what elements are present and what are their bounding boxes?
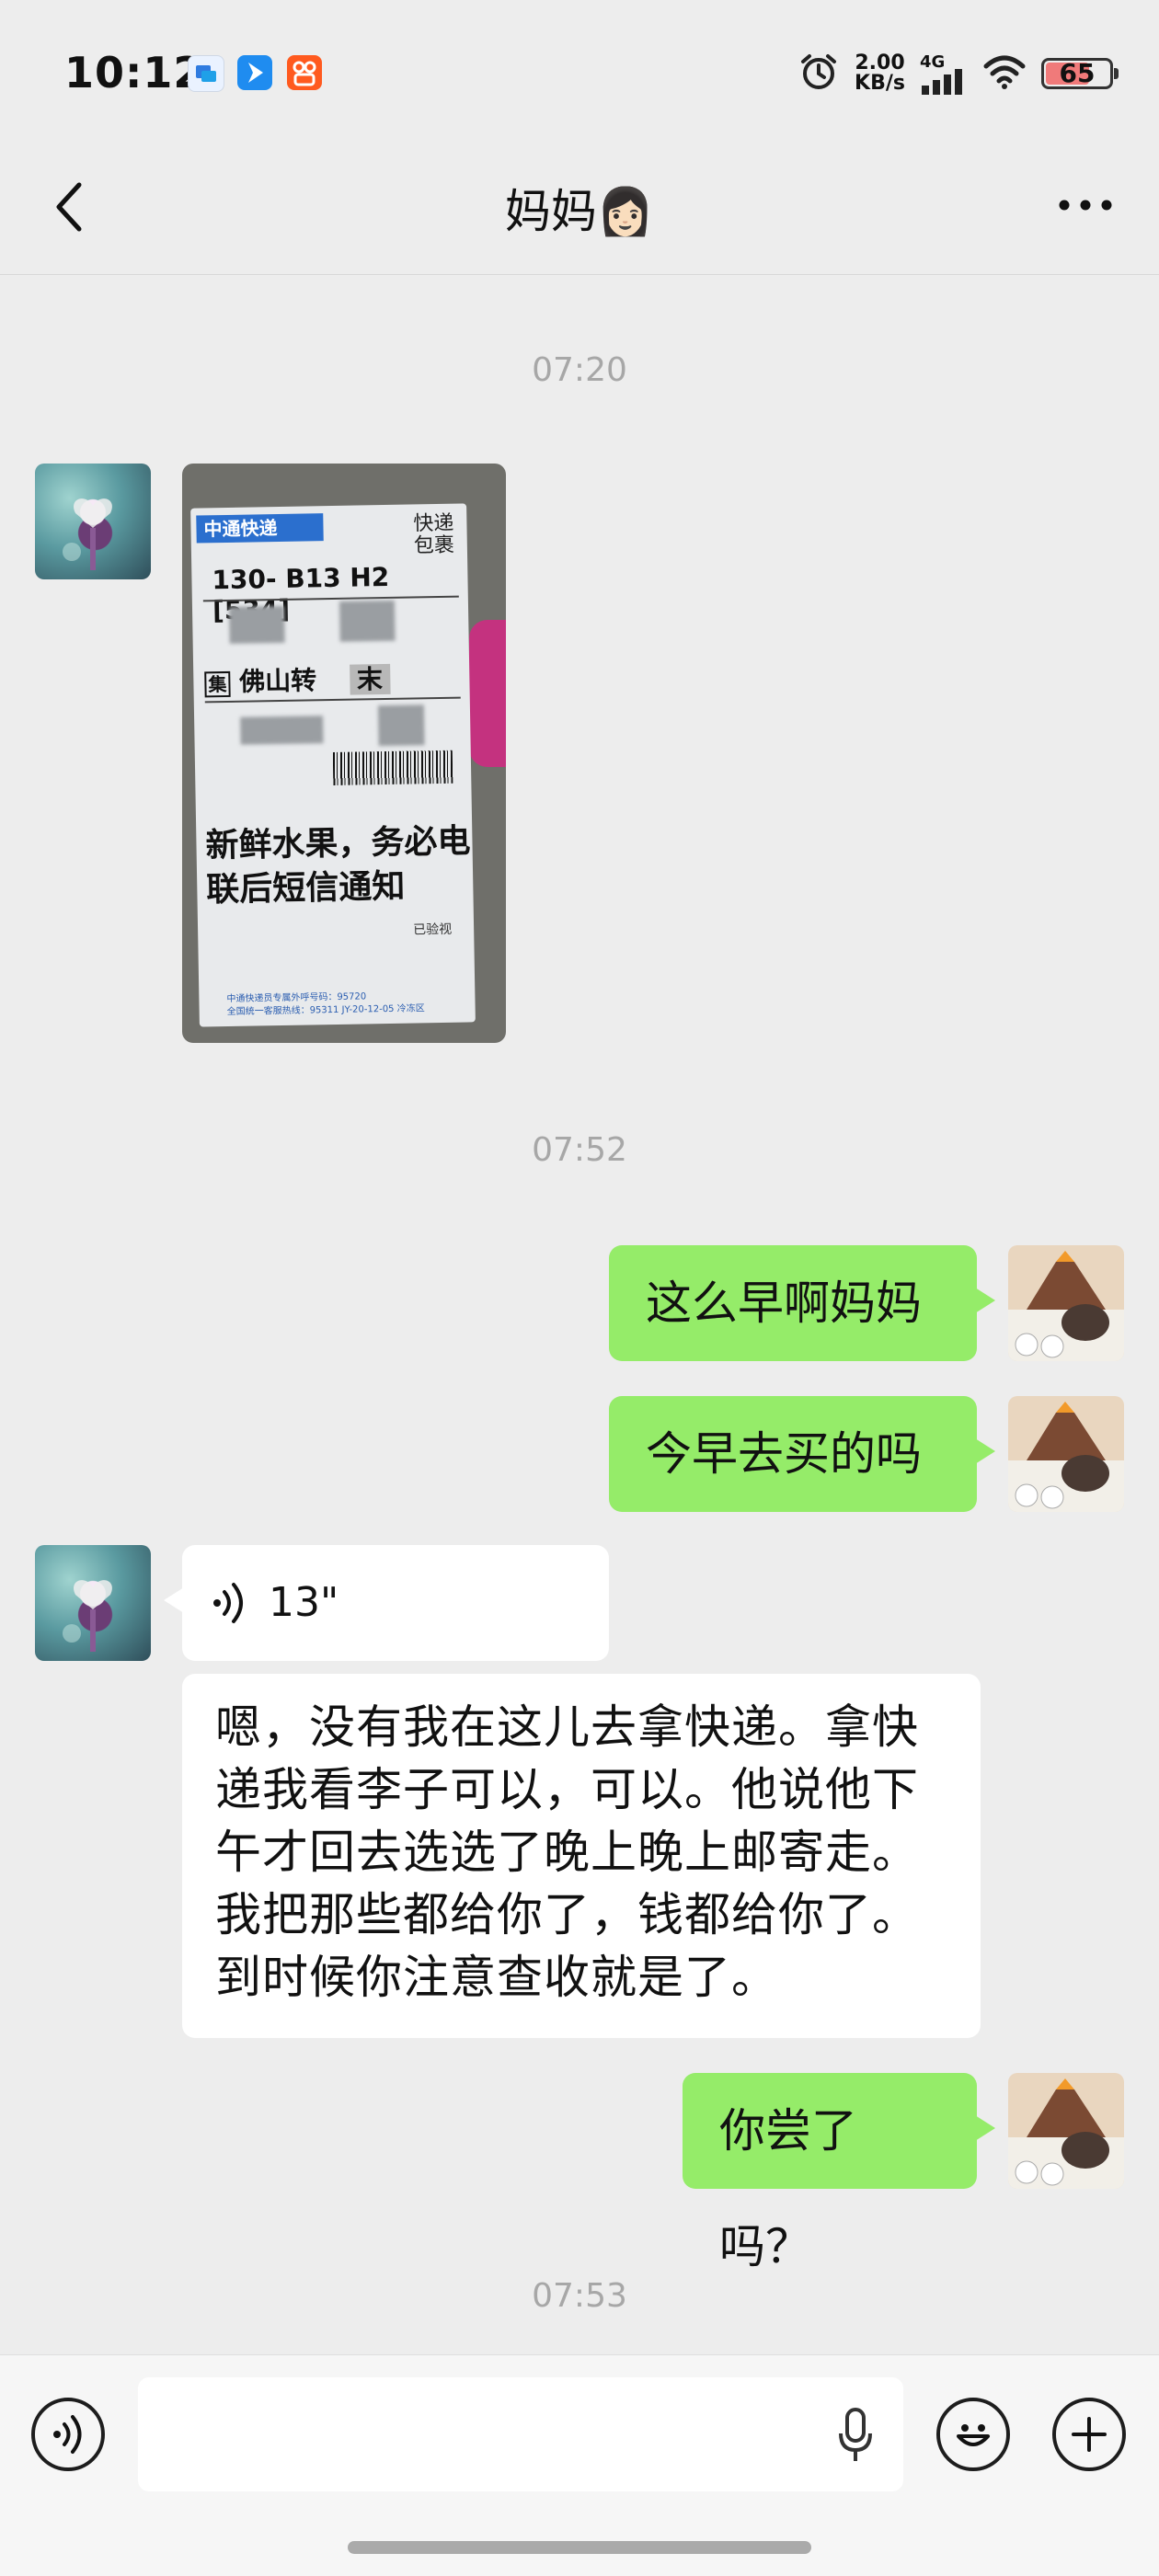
volcano-figure-avatar-icon [1008, 1396, 1124, 1512]
label-barcode [332, 750, 453, 785]
shipping-label: 中通快递 快递 包裹 130- B13 H2 [534] 集 佛山转 末 新鲜水… [190, 503, 476, 1027]
voice-input-icon [53, 2415, 82, 2454]
label-note: 新鲜水果，务必电联后短信通知 [205, 822, 471, 910]
my-avatar[interactable] [1008, 1245, 1124, 1361]
volcano-figure-avatar-icon [1008, 2073, 1124, 2189]
microphone-icon [839, 2408, 872, 2461]
label-redaction [339, 600, 396, 642]
sent-message-bubble[interactable]: 这么早啊妈妈 [609, 1245, 995, 1361]
status-bar: 10:12 2.00 KB/s 4G 65 [0, 0, 1159, 138]
label-small-tag: 已验视 [413, 922, 453, 938]
label-type-top: 快递 [413, 511, 454, 536]
my-avatar[interactable] [1008, 2073, 1124, 2189]
input-bar [0, 2354, 1159, 2576]
message-input[interactable] [138, 2377, 903, 2491]
label-footer-line2: 全国统一客服热线：95311 JY-20-12-05 冷冻区 [226, 1003, 425, 1018]
contact-avatar[interactable] [35, 1545, 151, 1661]
label-route-text: 佛山转 [238, 665, 317, 697]
emoji-button[interactable] [936, 2398, 1010, 2471]
voice-duration: 13" [269, 1579, 339, 1626]
sent-message-bubble[interactable]: 今早去买的吗 [609, 1396, 995, 1512]
app-badge-navigate-icon [237, 55, 272, 90]
timestamp: 07:52 [532, 1131, 627, 1169]
voice-wave-icon [213, 1583, 243, 1623]
label-redaction [240, 716, 324, 745]
net-speed: 2.00 KB/s [855, 53, 905, 94]
label-redaction [377, 704, 425, 747]
more-dots-icon [1059, 200, 1112, 211]
chat-title: 妈妈👩🏻 [504, 185, 655, 238]
alarm-icon [798, 51, 840, 97]
label-type-bottom: 包裹 [413, 533, 455, 558]
app-badge-kuaishou-icon [287, 55, 322, 90]
wifi-icon [982, 53, 1027, 94]
emoji-icon [957, 2424, 990, 2446]
voice-message-bubble[interactable]: 13" [164, 1545, 609, 1661]
chat-header: 妈妈👩🏻 [0, 138, 1159, 275]
status-time: 10:12 [64, 48, 204, 97]
voice-transcript[interactable]: 嗯，没有我在这儿去拿快递。拿快递我看李子可以，可以。他说他下午才回去选选了晚上晚… [182, 1674, 981, 2038]
label-footer: 中通快递员专属外呼号码：95720 全国统一客服热线：95311 JY-20-1… [226, 990, 425, 1019]
status-right-cluster: 2.00 KB/s 4G 65 [798, 46, 1119, 101]
image-message[interactable]: 中通快递 快递 包裹 130- B13 H2 [534] 集 佛山转 末 新鲜水… [182, 464, 506, 1043]
my-avatar[interactable] [1008, 1396, 1124, 1512]
battery-level: 65 [1059, 58, 1096, 88]
timestamp: 07:53 [532, 2277, 627, 2315]
heart-key-avatar-icon [63, 498, 112, 570]
signal-icon: 4G [920, 52, 968, 95]
label-redaction [228, 605, 285, 644]
battery-icon: 65 [1041, 58, 1119, 89]
label-type: 快递 包裹 [413, 511, 455, 558]
mic-button[interactable] [828, 2403, 883, 2467]
label-route: 集 佛山转 末 [204, 659, 391, 700]
app-badge-blue-icon [188, 55, 224, 92]
contact-avatar[interactable] [35, 464, 151, 579]
sent-message-bubble[interactable]: 你尝了吗？ [683, 2073, 995, 2273]
label-brand: 中通快递 [196, 513, 324, 544]
home-indicator[interactable] [348, 2541, 811, 2554]
timestamp: 07:20 [532, 351, 627, 389]
more-options-button[interactable] [1049, 182, 1122, 228]
label-route-prefix: 集 [204, 670, 231, 698]
label-route-suffix: 末 [349, 663, 391, 695]
net-speed-unit: KB/s [855, 72, 905, 95]
net-speed-value: 2.00 [855, 52, 905, 74]
plus-icon [1072, 2417, 1107, 2452]
volcano-figure-avatar-icon [1008, 1245, 1124, 1361]
heart-key-avatar-icon [63, 1580, 112, 1652]
pink-bag-decoration [469, 620, 506, 767]
add-more-button[interactable] [1052, 2398, 1126, 2471]
voice-input-button[interactable] [31, 2398, 105, 2471]
